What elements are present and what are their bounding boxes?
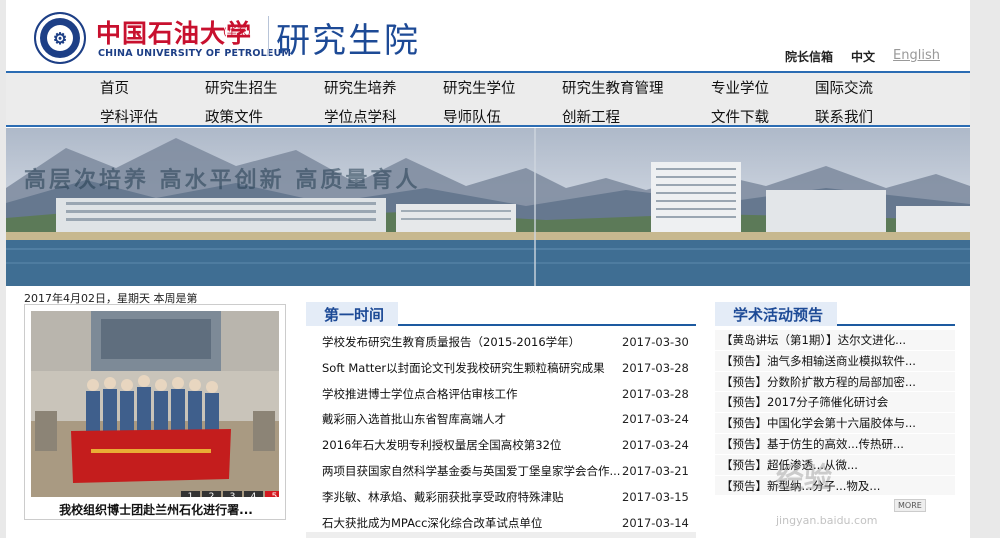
nav-item-training[interactable]: 研究生培养 xyxy=(324,77,397,98)
academic-item[interactable]: 【预告】中国化学会第十六届胶体与... xyxy=(715,413,955,434)
academic-heading: 学术活动预告 xyxy=(715,302,838,326)
nav-item-international[interactable]: 国际交流 xyxy=(815,77,873,98)
academic-section-header: 学术活动预告 xyxy=(715,302,955,326)
main-nav: 首页 研究生招生 研究生培养 研究生学位 研究生教育管理 专业学位 国际交流 学… xyxy=(6,71,970,127)
news-title[interactable]: 两项目获国家自然科学基金委与英国爱丁堡皇家学会合作... xyxy=(322,459,622,485)
news-item[interactable]: 学校推进博士学位点合格评估审核工作 2017-03-28 xyxy=(306,382,696,408)
chinese-link[interactable]: 中文 xyxy=(851,48,875,65)
news-list: 学校发布研究生教育质量报告（2015-2016学年） 2017-03-30 Sof… xyxy=(306,330,696,536)
pager-button-4[interactable]: 4 xyxy=(244,491,263,497)
news-date: 2017-03-28 xyxy=(622,386,689,401)
banner-slogan: 高层次培养 高水平创新 高质量育人 xyxy=(24,168,421,193)
photo-slideshow: 1 2 3 4 5 我校组织博士团赴兰州石化进行署... xyxy=(24,304,286,520)
news-item[interactable]: 戴彩丽入选首批山东省智库高端人才 2017-03-24 xyxy=(306,407,696,433)
academic-item[interactable]: 【预告】2017分子筛催化研讨会 xyxy=(715,392,955,414)
news-date: 2017-03-28 xyxy=(622,360,689,375)
news-title[interactable]: 学校推进博士学位点合格评估审核工作 xyxy=(322,382,622,408)
academic-item[interactable]: 【黄岛讲坛（第1期）】达尔文进化... xyxy=(715,330,955,351)
academic-item[interactable]: 【预告】分数阶扩散方程的局部加密... xyxy=(715,372,955,393)
news-heading: 第一时间 xyxy=(306,302,399,326)
academic-item[interactable]: 【预告】基于仿生的高效...传热研... xyxy=(715,434,955,455)
campus-landscape-image xyxy=(6,128,970,286)
nav-item-discipline-eval[interactable]: 学科评估 xyxy=(100,106,158,127)
logo-emblem-icon: ⚙ xyxy=(47,25,73,51)
slideshow-caption[interactable]: 我校组织博士团赴兰州石化进行署... xyxy=(25,501,287,518)
nav-item-innovation[interactable]: 创新工程 xyxy=(562,106,620,127)
watermark-url: jingyan.baidu.com xyxy=(776,514,878,527)
news-title[interactable]: 学校发布研究生教育质量报告（2015-2016学年） xyxy=(322,330,622,356)
university-logo[interactable]: ⚙ xyxy=(34,12,86,64)
nav-item-degree-programs[interactable]: 学位点学科 xyxy=(324,106,397,127)
news-date: 2017-03-24 xyxy=(622,412,689,427)
news-item[interactable]: 两项目获国家自然科学基金委与英国爱丁堡皇家学会合作... 2017-03-21 xyxy=(306,459,696,485)
news-item[interactable]: 2016年石大发明专利授权量居全国高校第32位 2017-03-24 xyxy=(306,433,696,459)
nav-item-management[interactable]: 研究生教育管理 xyxy=(562,77,664,98)
news-item[interactable]: 李兆敏、林承焰、戴彩丽获批享受政府特殊津贴 2017-03-15 xyxy=(306,485,696,511)
news-title[interactable]: 李兆敏、林承焰、戴彩丽获批享受政府特殊津贴 xyxy=(322,485,622,511)
nav-item-admissions[interactable]: 研究生招生 xyxy=(205,77,278,98)
slideshow-pager: 1 2 3 4 5 xyxy=(181,491,279,497)
nav-item-supervisors[interactable]: 导师队伍 xyxy=(443,106,501,127)
nav-item-home[interactable]: 首页 xyxy=(100,77,129,98)
news-footer-band xyxy=(306,532,696,538)
header: ⚙ 中国石油大学 (华东) CHINA UNIVERSITY OF PETROL… xyxy=(6,0,970,72)
news-date: 2017-03-30 xyxy=(622,335,689,349)
academic-more-button[interactable]: MORE xyxy=(894,499,926,512)
nav-item-policy[interactable]: 政策文件 xyxy=(205,106,263,127)
pager-button-5[interactable]: 5 xyxy=(265,491,279,497)
nav-item-contact[interactable]: 联系我们 xyxy=(815,106,873,127)
mailbox-link[interactable]: 院长信箱 xyxy=(785,48,833,65)
university-campus-tag: (华东) xyxy=(223,27,251,38)
group-photo-image xyxy=(31,311,279,497)
nav-item-professional-degree[interactable]: 专业学位 xyxy=(711,77,769,98)
academic-item[interactable]: 【预告】新型纳...分子...物及... xyxy=(715,476,955,497)
news-date: 2017-03-24 xyxy=(622,438,689,453)
top-links: 院长信箱 中文 English xyxy=(785,48,940,65)
page: ⚙ 中国石油大学 (华东) CHINA UNIVERSITY OF PETROL… xyxy=(6,0,970,538)
academic-item[interactable]: 【预告】油气多相输送商业模拟软件... xyxy=(715,351,955,372)
slideshow-photo[interactable]: 1 2 3 4 5 xyxy=(31,311,279,497)
news-title[interactable]: Soft Matter以封面论文刊发我校研究生颗粒稿研究成果 xyxy=(322,356,622,382)
news-item[interactable]: Soft Matter以封面论文刊发我校研究生颗粒稿研究成果 2017-03-28 xyxy=(306,356,696,382)
pager-button-2[interactable]: 2 xyxy=(202,491,221,497)
site-title: 研究生院 xyxy=(276,21,420,61)
university-name-en: CHINA UNIVERSITY OF PETROLEUM xyxy=(98,48,292,59)
pager-button-3[interactable]: 3 xyxy=(223,491,242,497)
nav-item-downloads[interactable]: 文件下载 xyxy=(711,106,769,127)
news-date: 2017-03-15 xyxy=(622,489,689,504)
news-item[interactable]: 学校发布研究生教育质量报告（2015-2016学年） 2017-03-30 xyxy=(306,330,696,356)
news-title[interactable]: 戴彩丽入选首批山东省智库高端人才 xyxy=(322,407,622,433)
pager-button-1[interactable]: 1 xyxy=(181,491,200,497)
news-date: 2017-03-21 xyxy=(622,463,689,478)
academic-item[interactable]: 【预告】超低渗透...从微... xyxy=(715,455,955,476)
academic-list: 【黄岛讲坛（第1期）】达尔文进化... 【预告】油气多相输送商业模拟软件... … xyxy=(715,330,955,497)
nav-item-degree[interactable]: 研究生学位 xyxy=(443,77,516,98)
campus-banner: 高层次培养 高水平创新 高质量育人 xyxy=(6,128,970,286)
english-link[interactable]: English xyxy=(893,48,940,65)
news-title[interactable]: 2016年石大发明专利授权量居全国高校第32位 xyxy=(322,433,622,459)
news-section-header: 第一时间 xyxy=(306,302,696,326)
watermark-text: 经验 xyxy=(776,461,833,494)
header-divider xyxy=(268,16,269,56)
